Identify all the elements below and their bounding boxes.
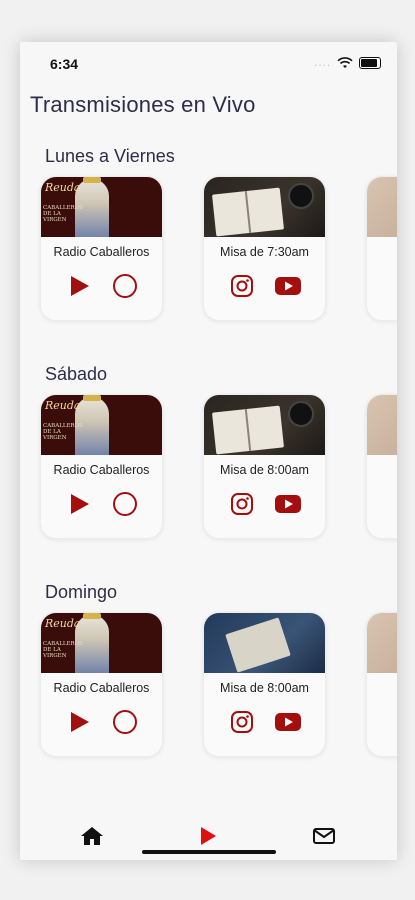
- image-logo-text: Reuda: [45, 399, 81, 412]
- radio-circle-button[interactable]: [112, 491, 138, 521]
- instagram-button[interactable]: [229, 493, 255, 519]
- stream-name: Misa de 8:00am: [220, 463, 309, 477]
- stream-name: Radio Caballeros: [53, 245, 150, 259]
- crown-shape: [83, 177, 101, 183]
- stream-actions: [41, 709, 162, 739]
- card-image-radio: Reuda CABALLEROS DE LA VIRGEN: [41, 395, 162, 455]
- card-carousel[interactable]: Reuda CABALLEROS DE LA VIRGEN Radio Caba…: [40, 394, 397, 544]
- stream-card[interactable]: Misa: [366, 612, 397, 757]
- instagram-button[interactable]: [229, 711, 255, 737]
- stream-card[interactable]: Reuda CABALLEROS DE LA VIRGEN Radio Caba…: [40, 612, 163, 757]
- image-logo-subtitle: CABALLEROS DE LA VIRGEN: [43, 205, 83, 223]
- stream-actions: [367, 711, 397, 737]
- stream-name: Misa: [367, 245, 397, 259]
- open-book-shape: [211, 187, 285, 237]
- image-logo-subtitle: CABALLEROS DE LA VIRGEN: [43, 423, 83, 441]
- play-icon: [67, 274, 91, 302]
- radio-circle-icon: [112, 273, 138, 303]
- play-icon: [67, 710, 91, 738]
- image-logo-text: Reuda: [45, 181, 81, 194]
- coffee-cup-shape: [288, 183, 314, 209]
- stream-actions: [367, 493, 397, 519]
- crown-shape: [83, 613, 101, 619]
- open-book-shape: [225, 617, 291, 673]
- stream-actions: [367, 275, 397, 301]
- signal-dots: ....: [314, 57, 331, 69]
- stream-name: Misa: [367, 681, 397, 695]
- youtube-icon: [274, 494, 302, 518]
- open-book-shape: [211, 405, 285, 455]
- youtube-button[interactable]: [274, 493, 302, 519]
- tab-contact[interactable]: [310, 824, 338, 848]
- stream-name: Misa de 8:00am: [220, 681, 309, 695]
- tab-home[interactable]: [78, 824, 106, 848]
- coffee-cup-shape: [288, 401, 314, 427]
- image-logo-subtitle: CABALLEROS DE LA VIRGEN: [43, 641, 83, 659]
- play-button[interactable]: [66, 711, 92, 737]
- instagram-icon: [230, 274, 254, 302]
- stream-actions: [41, 273, 162, 303]
- stream-name: Radio Caballeros: [53, 463, 150, 477]
- youtube-button[interactable]: [274, 275, 302, 301]
- stream-card[interactable]: Reuda CABALLEROS DE LA VIRGEN Radio Caba…: [40, 394, 163, 539]
- card-image: [367, 177, 397, 237]
- section-label: Lunes a Viernes: [45, 146, 175, 166]
- tab-live[interactable]: [194, 824, 222, 848]
- section-label: Sábado: [45, 364, 108, 384]
- tab-bar: [20, 812, 397, 860]
- battery-icon: [359, 57, 381, 69]
- radio-circle-icon: [112, 709, 138, 739]
- stream-card[interactable]: Misa: [366, 176, 397, 321]
- stream-name: Misa: [367, 463, 397, 477]
- play-icon: [67, 492, 91, 520]
- stream-card[interactable]: Misa: [366, 394, 397, 539]
- card-image-radio: Reuda CABALLEROS DE LA VIRGEN: [41, 177, 162, 237]
- play-icon: [201, 827, 216, 845]
- play-button[interactable]: [66, 493, 92, 519]
- phone-screen: 6:34 .... Transmisiones en Vivo Lunes a …: [20, 42, 397, 860]
- stream-actions: [204, 275, 325, 301]
- status-bar: 6:34 ....: [20, 42, 397, 86]
- instagram-icon: [230, 710, 254, 738]
- radio-circle-icon: [112, 491, 138, 521]
- status-time: 6:34: [50, 56, 79, 72]
- instagram-button[interactable]: [229, 275, 255, 301]
- youtube-icon: [274, 712, 302, 736]
- stream-card[interactable]: Misa de 8:00am: [203, 612, 326, 757]
- stream-card[interactable]: Misa de 7:30am: [203, 176, 326, 321]
- image-logo-text: Reuda: [45, 617, 81, 630]
- youtube-icon: [274, 276, 302, 300]
- radio-circle-button[interactable]: [112, 709, 138, 739]
- stream-name: Misa de 7:30am: [220, 245, 309, 259]
- stream-actions: [204, 711, 325, 737]
- wifi-icon: [337, 57, 353, 68]
- stream-name: Radio Caballeros: [53, 681, 150, 695]
- stream-card[interactable]: Misa de 8:00am: [203, 394, 326, 539]
- stream-actions: [41, 491, 162, 521]
- stream-card[interactable]: Reuda CABALLEROS DE LA VIRGEN Radio Caba…: [40, 176, 163, 321]
- stream-actions: [204, 493, 325, 519]
- status-icons: ....: [314, 57, 381, 69]
- card-image: [367, 613, 397, 673]
- page-title: Transmisiones en Vivo: [30, 92, 256, 117]
- home-indicator: [142, 850, 276, 854]
- youtube-button[interactable]: [274, 711, 302, 737]
- radio-circle-button[interactable]: [112, 273, 138, 303]
- section-label: Domingo: [45, 582, 118, 602]
- card-image-hands-bible: [204, 613, 325, 673]
- play-button[interactable]: [66, 275, 92, 301]
- card-image: [367, 395, 397, 455]
- card-carousel[interactable]: Reuda CABALLEROS DE LA VIRGEN Radio Caba…: [40, 612, 397, 762]
- home-icon: [81, 827, 103, 845]
- card-image-bible: [204, 395, 325, 455]
- card-image-bible: [204, 177, 325, 237]
- card-image-radio: Reuda CABALLEROS DE LA VIRGEN: [41, 613, 162, 673]
- mail-icon: [313, 828, 335, 844]
- card-carousel[interactable]: Reuda CABALLEROS DE LA VIRGEN Radio Caba…: [40, 176, 397, 326]
- instagram-icon: [230, 492, 254, 520]
- crown-shape: [83, 395, 101, 401]
